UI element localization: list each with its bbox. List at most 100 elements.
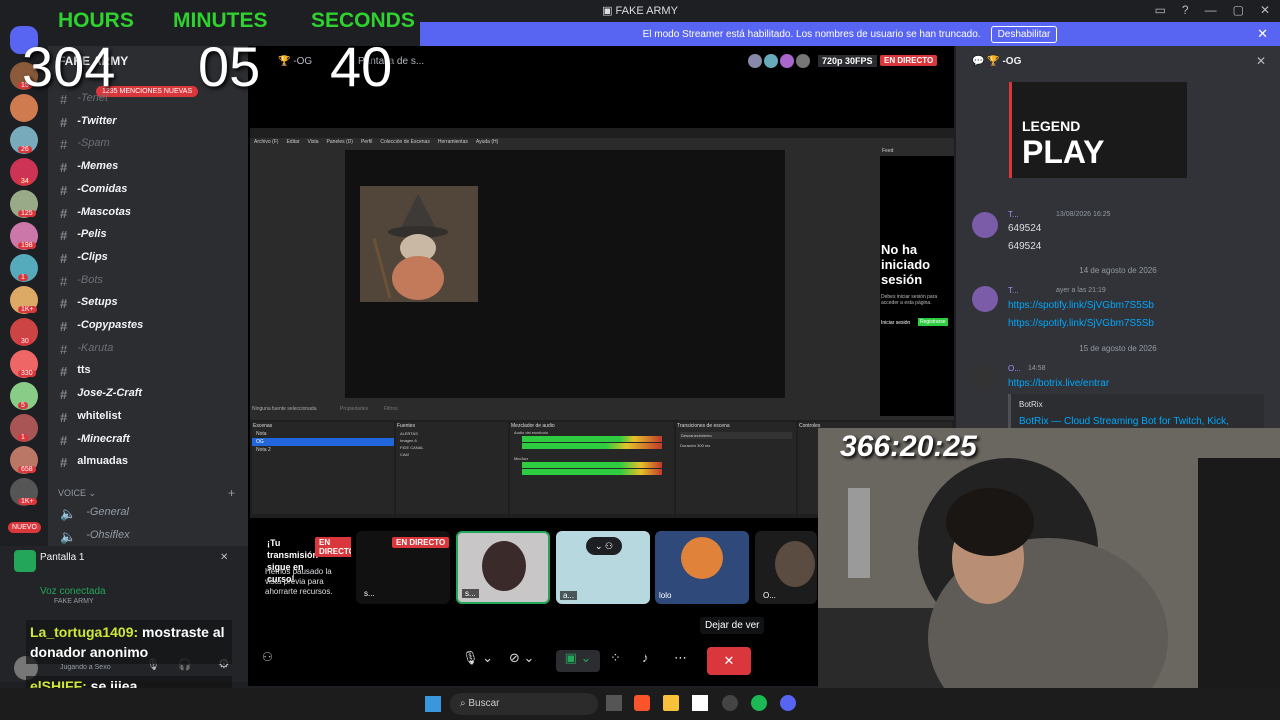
obs-login-link[interactable]: Iniciar sesión [881,320,910,326]
channel-item[interactable]: # whitelist [60,410,121,425]
channel-item[interactable]: # -Clips [60,251,108,266]
channel-item[interactable]: # almuadas [60,455,128,470]
channel-label: -Spam [77,137,110,150]
add-channel-icon[interactable]: + [228,486,235,500]
channel-item[interactable]: # -Twitter [60,115,117,130]
voice-category[interactable]: VOICE ⌄ [58,488,96,499]
obs-scene-item[interactable]: Nota [252,430,394,438]
obs-menu-item[interactable]: Perfil [361,139,372,145]
close-button[interactable]: ✕ [1260,3,1270,17]
message-link[interactable]: https://spotify.link/SjVGbm7S5Sb [1008,300,1154,311]
channel-item[interactable]: # -Copypastes [60,319,143,334]
expand-icon[interactable]: ⌄ ⚇ [586,537,622,555]
mic-button[interactable]: 🎙 ⌄ [462,650,493,672]
paused-body: Hemos pausado la vista previa para ahorr… [265,567,333,596]
channel-item[interactable]: # -Setups [60,296,118,311]
channel-label: -Bots [77,273,103,286]
channel-label: -Comidas [77,182,128,195]
channel-item[interactable]: # -Bots [60,274,103,289]
soundboard-button[interactable]: ♪ [642,650,649,672]
participant-tile[interactable]: ⌄ ⚇ a... [556,531,650,604]
obs-source-item[interactable]: ALERTAS [396,430,508,437]
channel-item[interactable]: # -Spam [60,137,110,152]
channel-item[interactable]: # Jose-Z-Craft [60,387,142,402]
channel-item[interactable]: # -Minecraft [60,433,130,448]
message-author[interactable]: T... [1008,210,1019,219]
disable-streamer-button[interactable]: Deshabilitar [990,25,1058,43]
obs-icon[interactable] [722,695,738,711]
obs-transition-select[interactable]: Desvanecimiento [680,432,792,439]
chat-message: La_tortuga1409: mostraste al donador ano… [26,620,232,664]
maximize-button[interactable]: ▢ [1233,3,1244,17]
obs-source-item[interactable]: Imagen 6 [396,437,508,444]
minimize-button[interactable]: — [1205,3,1217,17]
brave-icon[interactable] [634,695,650,711]
hashtag-icon: # [60,296,68,312]
stop-share-icon[interactable]: ✕ [220,552,228,563]
obs-mixer-dock: Mezclador de audio Audio del escritorio … [510,422,674,514]
obs-menu-item[interactable]: Archivo (F) [254,139,278,145]
message-link[interactable]: https://botrix.live/entrar [1008,378,1109,389]
obs-scene-item[interactable]: OG [252,438,394,446]
obs-menu-item[interactable]: Herramientas [438,139,468,145]
avatar[interactable] [972,364,998,390]
avatar[interactable] [972,286,998,312]
inbox-icon[interactable]: ▭ [1155,3,1166,17]
obs-menu-item[interactable]: Editar [286,139,299,145]
participant-tile[interactable]: ¡Tu transmisión sigue en curso! Hemos pa… [257,531,351,604]
close-chat-icon[interactable]: ✕ [1256,54,1266,68]
live-badge: EN DIRECTO [315,537,351,557]
message-author[interactable]: O... [1008,364,1021,373]
help-icon[interactable]: ? [1182,3,1189,17]
obs-menu-item[interactable]: Paneles (D) [327,139,353,145]
more-button[interactable]: ⋯ [674,650,687,672]
participant-tile[interactable]: s... [456,531,550,604]
obs-level-meter [522,443,662,449]
obs-duration-value[interactable]: 300 ms [697,443,710,448]
message-link[interactable]: https://spotify.link/SjVGbm7S5Sb [1008,318,1154,329]
participant-tile[interactable]: O... [755,531,817,604]
channel-item[interactable]: # -Comidas [60,183,127,198]
obs-menu-item[interactable]: Vista [308,139,319,145]
screen-share-label: Pantalla 1 [40,552,85,563]
camera-button[interactable]: ⊘ ⌄ [509,650,534,672]
obs-menu-item[interactable]: Ayuda (H) [476,139,498,145]
stop-watching-button[interactable]: ✕ [707,647,751,675]
add-people-icon[interactable]: ⚇ [262,650,273,672]
screen-share-button[interactable]: ▣ ⌄ [556,650,600,672]
obs-source-item[interactable]: FIDE CANAL [396,444,508,451]
obs-properties[interactable]: Propiedades [340,406,368,412]
participant-tile[interactable]: lolo [655,531,749,604]
participant-tile[interactable]: EN DIRECTO s... [356,531,450,604]
capcut-icon[interactable] [692,695,708,711]
channel-item[interactable]: # -Karuta [60,342,113,357]
discord-icon[interactable] [780,695,796,711]
obs-filters[interactable]: Filtros [384,406,398,412]
channel-item[interactable]: # -Pelis [60,228,107,243]
avatar[interactable] [972,212,998,238]
embed-title[interactable]: BotRix — Cloud Streaming Bot for Twitch,… [1019,416,1229,427]
discord-icon: ▣ [602,5,613,17]
obs-scene-item[interactable]: Nota 2 [252,446,394,454]
legend-play-embed[interactable]: LEGEND PLAY [1009,82,1187,178]
channel-item[interactable]: # -Memes [60,160,118,175]
windows-start-icon[interactable] [425,696,441,712]
taskbar-search[interactable]: ⌕ Buscar [450,693,598,715]
task-view-icon[interactable] [606,695,622,711]
channel-item[interactable]: # tts [60,364,91,379]
spotify-icon[interactable] [751,695,767,711]
message-author[interactable]: T... [1008,286,1019,295]
channel-label: -Memes [77,160,119,173]
channel-item[interactable]: # -Mascotas [60,206,131,221]
folder-icon[interactable] [663,695,679,711]
voice-status[interactable]: Voz conectada [40,586,106,597]
activities-button[interactable]: ⁘ [610,650,621,672]
obs-register-button[interactable]: Registrarse [918,318,948,326]
voice-channel-ohsiflex[interactable]: 🔈 -Ohsiflex [60,529,130,545]
obs-source-item[interactable]: CAM [396,451,508,458]
obs-menu-item[interactable]: Colección de Escenas [380,139,429,145]
close-icon[interactable]: ✕ [1257,26,1268,42]
participant-avatar [681,537,723,579]
viewer-avatars[interactable] [748,54,810,68]
voice-channel-general[interactable]: 🔈 -General [60,506,129,522]
